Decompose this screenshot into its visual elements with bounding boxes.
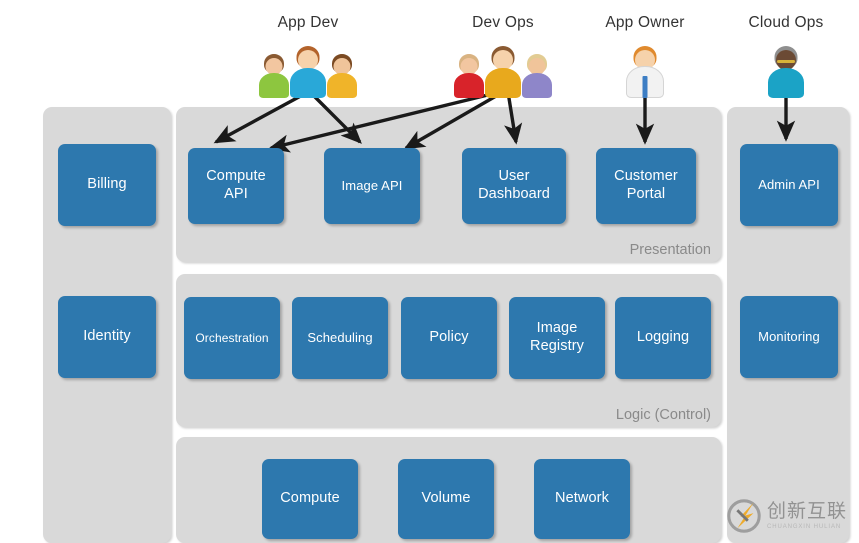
service-box-image-registry[interactable]: Image Registry (509, 297, 605, 379)
service-box-label: User Dashboard (478, 168, 550, 202)
service-box-customer-portal[interactable]: Customer Portal (596, 148, 696, 224)
service-box-compute[interactable]: Compute (262, 459, 358, 539)
service-box-compute-api[interactable]: Compute API (188, 148, 284, 224)
service-box-label: Customer Portal (614, 168, 678, 202)
service-box-label: Image Registry (530, 320, 584, 354)
service-box-scheduling[interactable]: Scheduling (292, 297, 388, 379)
person-head (298, 50, 318, 70)
actor-label-dev-ops: Dev Ops (472, 14, 534, 31)
person-icon-cloud-ops-0 (768, 46, 804, 98)
person-icon-app-dev-0 (259, 54, 289, 98)
actor-figure-app-owner (622, 36, 668, 98)
service-box-label: Compute (280, 490, 340, 507)
service-box-image-api[interactable]: Image API (324, 148, 420, 224)
service-box-label: Compute API (206, 168, 266, 202)
actor-figure-app-dev (253, 36, 363, 98)
service-box-label: Scheduling (307, 330, 373, 346)
person-torso (259, 73, 289, 98)
service-box-label: Admin API (758, 177, 820, 193)
service-box-logging[interactable]: Logging (615, 297, 711, 379)
actor-figure-dev-ops (448, 36, 558, 98)
watermark-pinyin-text: CHUANGXIN HULIAN (767, 524, 842, 530)
service-box-monitoring[interactable]: Monitoring (740, 296, 838, 378)
person-icon-app-dev-2 (327, 54, 357, 98)
actor-label-app-dev: App Dev (277, 14, 339, 31)
watermark: 创新互联 CHUANGXIN HULIAN (725, 492, 859, 540)
watermark-cn-text: 创新互联 (767, 500, 848, 522)
person-icon-dev-ops-2 (522, 54, 552, 98)
person-glasses-icon (777, 59, 795, 63)
service-box-label: Logging (636, 329, 690, 346)
service-box-identity[interactable]: Identity (58, 296, 156, 378)
actor-figure-cloud-ops (763, 36, 809, 98)
service-box-label: Monitoring (758, 329, 820, 345)
service-box-user-dashboard[interactable]: User Dashboard (462, 148, 566, 224)
actor-label-app-owner: App Owner (605, 14, 685, 31)
person-icon-dev-ops-1 (485, 46, 521, 98)
diagram-canvas: Presentation Logic (Control) App Dev Dev … (0, 0, 859, 543)
person-torso (290, 68, 326, 98)
service-box-network[interactable]: Network (534, 459, 630, 539)
service-box-label: Identity (83, 328, 131, 345)
service-box-billing[interactable]: Billing (58, 144, 156, 226)
person-torso (327, 73, 357, 98)
service-box-orchestration[interactable]: Orchestration (184, 297, 280, 379)
person-torso (485, 68, 521, 98)
service-box-policy[interactable]: Policy (401, 297, 497, 379)
person-tie (642, 76, 648, 98)
person-torso (522, 73, 552, 98)
panel-logic-label: Logic (Control) (615, 407, 711, 423)
person-icon-dev-ops-0 (454, 54, 484, 98)
person-torso (454, 73, 484, 98)
service-box-label: Volume (421, 490, 471, 507)
person-icon-app-dev-1 (290, 46, 326, 98)
actor-label-cloud-ops: Cloud Ops (748, 14, 824, 31)
service-box-label: Policy (429, 329, 469, 346)
service-box-label: Image API (341, 178, 403, 194)
panel-presentation-label: Presentation (629, 242, 711, 258)
service-box-label: Orchestration (195, 330, 269, 345)
watermark-logo-icon (725, 497, 763, 535)
service-box-volume[interactable]: Volume (398, 459, 494, 539)
person-torso (768, 68, 804, 98)
person-head (493, 50, 513, 70)
service-box-label: Network (555, 490, 609, 507)
person-icon-app-owner-0 (626, 46, 664, 98)
service-box-label: Billing (87, 176, 127, 193)
service-box-admin-api[interactable]: Admin API (740, 144, 838, 226)
